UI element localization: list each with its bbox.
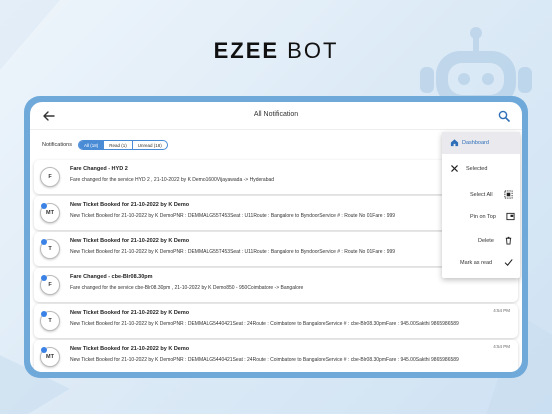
select-all-icon [504,190,513,199]
app-screen: All Notification Notifications All (18) … [30,102,522,372]
search-icon[interactable] [498,110,510,122]
pin-icon [506,212,515,221]
menu-item-dashboard[interactable]: Dashboard [442,132,520,154]
avatar: T [40,239,60,259]
unread-dot-icon [41,239,47,245]
menu-item-selected[interactable]: Selected [442,158,520,180]
filter-unread-chip[interactable]: Unread (18) [133,141,167,149]
menu-item-label: Pin on Top [470,214,496,220]
menu-item-delete[interactable]: Delete [442,230,520,252]
home-icon [450,139,459,147]
context-menu: Dashboard Selected Select All Pin on Top [442,132,520,278]
filter-read-chip[interactable]: Read (1) [104,141,133,149]
filter-all-chip[interactable]: All (18) [78,141,105,149]
trash-icon [505,236,512,245]
unread-dot-icon [41,311,47,317]
menu-item-mark-as-read[interactable]: Mark as read [442,252,520,274]
notification-body: New Ticket Booked for 21-10-2022 by K De… [70,357,459,363]
brand-title: EZEE BOT [213,38,339,63]
menu-item-label: Delete [478,238,494,244]
notification-filter-row: Notifications All (18) Read (1) Unread (… [42,139,168,151]
top-app-bar: All Notification [30,102,522,130]
notification-title: New Ticket Booked for 21-10-2022 by K De… [70,346,190,352]
notification-time: 4:54 PM [493,308,510,313]
notification-card[interactable]: T New Ticket Booked for 21-10-2022 by K … [34,304,518,338]
avatar: MT [40,347,60,367]
avatar: F [40,167,60,187]
notification-body: New Ticket Booked for 21-10-2022 by K De… [70,321,459,327]
avatar: MT [40,203,60,223]
menu-item-label: Mark as read [460,260,493,266]
filter-label: Notifications [42,142,72,148]
notification-title: New Ticket Booked for 21-10-2022 by K De… [70,238,190,244]
notification-card[interactable]: MT New Ticket Booked for 21-10-2022 by K… [34,340,518,372]
notification-title: Fare Changed - cbe-Blr08.30pm [70,274,153,280]
unread-dot-icon [41,275,47,281]
filter-segmented-control: All (18) Read (1) Unread (18) [77,140,168,150]
menu-item-pin-on-top[interactable]: Pin on Top [442,206,520,228]
notification-title: New Ticket Booked for 21-10-2022 by K De… [70,310,190,316]
notification-title: New Ticket Booked for 21-10-2022 by K De… [70,202,190,208]
tablet-frame: All Notification Notifications All (18) … [24,96,528,378]
check-icon [504,259,513,267]
notification-body: Fare changed for the service cbe-Blr08.3… [70,285,304,291]
avatar: F [40,275,60,295]
avatar: T [40,311,60,331]
notification-time: 4:54 PM [493,344,510,349]
unread-dot-icon [41,347,47,353]
menu-item-label: Select All [470,192,493,198]
menu-item-select-all[interactable]: Select All [442,184,520,206]
notification-title: Fare Changed - HYD 2 [70,166,128,172]
page-title: All Notification [253,111,299,118]
menu-item-label: Dashboard [462,140,489,146]
close-icon [451,165,458,172]
menu-item-label: Selected [466,166,488,172]
unread-dot-icon [41,203,47,209]
